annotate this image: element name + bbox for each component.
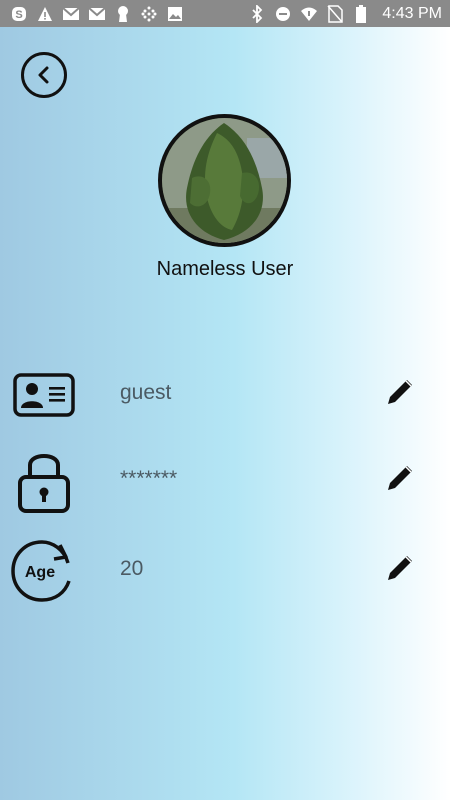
- wifi-icon: [300, 5, 318, 23]
- back-button[interactable]: [21, 52, 67, 98]
- status-bar-left: S: [10, 5, 184, 23]
- svg-text:S: S: [15, 9, 22, 21]
- avatar-photo: [162, 118, 287, 243]
- lock-icon: [10, 451, 78, 513]
- avatar[interactable]: [158, 114, 291, 247]
- battery-icon: [352, 4, 370, 23]
- profile-name: Nameless User: [156, 258, 294, 280]
- edit-age-button[interactable]: [380, 548, 420, 588]
- password-value: *******: [120, 467, 178, 490]
- edit-password-button[interactable]: [380, 458, 420, 498]
- status-bar-right: 4:43 PM: [248, 4, 442, 23]
- bluetooth-icon: [248, 4, 266, 23]
- keyhole-icon: [114, 5, 132, 23]
- pencil-icon: [388, 556, 412, 580]
- image-icon: [166, 5, 184, 23]
- profile-screen: Nameless User guest ******* Age 20: [0, 27, 450, 800]
- skype-icon: S: [10, 5, 28, 23]
- grid-icon: [140, 5, 158, 23]
- username-value: guest: [120, 381, 172, 404]
- chevron-left-icon: [38, 66, 49, 84]
- age-icon-label: Age: [25, 564, 55, 581]
- field-row-age: Age 20: [0, 535, 450, 605]
- age-value: 20: [120, 557, 144, 580]
- warning-icon: [36, 5, 54, 23]
- no-sim-icon: [326, 4, 344, 23]
- id-card-icon: [10, 365, 78, 425]
- edit-username-button[interactable]: [380, 372, 420, 412]
- field-row-password: *******: [0, 445, 450, 515]
- age-icon: Age: [10, 540, 78, 602]
- pencil-icon: [388, 380, 412, 404]
- gmail-icon: [62, 5, 80, 23]
- pencil-icon: [388, 466, 412, 490]
- status-time: 4:43 PM: [382, 4, 442, 22]
- gmail-icon: [88, 5, 106, 23]
- status-bar: S 4:43 PM: [0, 0, 450, 27]
- field-row-username: guest: [0, 359, 450, 429]
- do-not-disturb-icon: [274, 5, 292, 23]
